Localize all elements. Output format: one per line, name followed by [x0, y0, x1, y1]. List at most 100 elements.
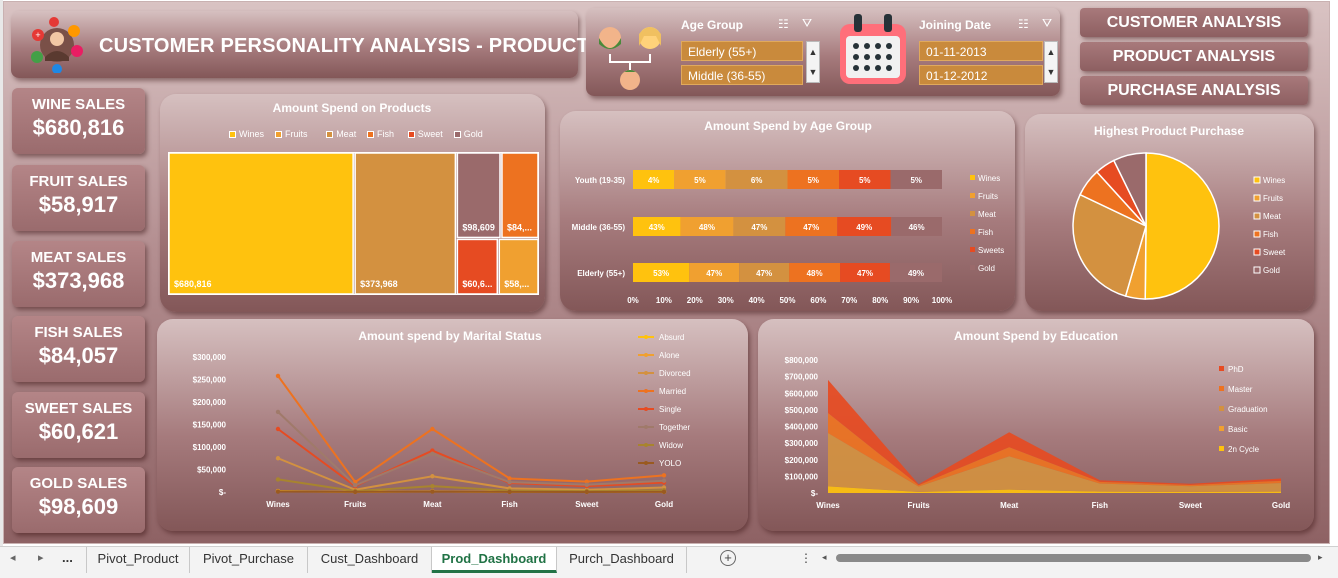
x-tick: 30%: [718, 296, 734, 305]
x-tick: Gold: [655, 500, 673, 509]
legend-swatch: [1219, 366, 1224, 371]
tab-cust-dashboard[interactable]: Cust_Dashboard: [308, 547, 432, 573]
data-point: [507, 489, 512, 495]
tab-overflow[interactable]: ...: [62, 550, 73, 565]
multi-select-icon[interactable]: ☷: [1018, 17, 1029, 31]
product-analysis-button[interactable]: PRODUCT ANALYSIS: [1080, 42, 1308, 71]
data-label: 53%: [653, 269, 669, 278]
customer-persona-icon: +: [31, 17, 83, 73]
tab-purch-dashboard[interactable]: Purch_Dashboard: [557, 547, 687, 573]
multi-select-icon[interactable]: ☷: [778, 17, 789, 31]
tab-scroll-right-icon[interactable]: ▸: [38, 551, 44, 564]
tab-scroll-left-icon[interactable]: ◂: [10, 551, 16, 564]
filter-clear-icon[interactable]: ⛛: [1042, 16, 1052, 31]
purchase-analysis-button[interactable]: PURCHASE ANALYSIS: [1080, 76, 1308, 105]
legend-swatch: [1253, 212, 1261, 220]
age-slicer-scrollbar[interactable]: ▲ ▼: [806, 41, 820, 83]
legend-swatch: [229, 131, 236, 138]
category-label: Elderly (55+): [577, 269, 625, 278]
data-label: 5%: [910, 176, 922, 185]
data-point: [584, 482, 589, 487]
legend-item: YOLO: [659, 459, 681, 468]
x-tick: 70%: [841, 296, 857, 305]
legend-item: Alone: [659, 351, 680, 360]
legend-item: Fruits: [978, 192, 998, 201]
data-label: 48%: [699, 223, 715, 232]
legend-swatch: [407, 131, 415, 138]
data-point: [430, 451, 435, 456]
kpi-wine-sales: WINE SALES $680,816: [12, 88, 145, 154]
y-tick: $150,000: [193, 421, 227, 430]
data-point: [430, 489, 435, 494]
x-tick: 90%: [903, 296, 919, 305]
hscroll-left-icon[interactable]: ◂: [822, 552, 827, 563]
add-sheet-icon[interactable]: +: [720, 550, 736, 566]
more-options-icon[interactable]: ⋮: [800, 551, 812, 565]
x-tick: 80%: [872, 296, 888, 305]
x-tick: Fish: [1092, 501, 1109, 510]
kpi-gold-sales: GOLD SALES $98,609: [12, 467, 145, 533]
data-point: [275, 489, 281, 494]
slicer-item-middle[interactable]: Middle (36-55): [681, 65, 803, 85]
slicer-item-date-1[interactable]: 01-11-2013: [919, 41, 1043, 61]
y-tick: $200,000: [193, 398, 227, 407]
age-group-icon: [599, 27, 661, 90]
slicer-item-date-2[interactable]: 01-12-2012: [919, 65, 1043, 85]
legend-swatch: [1253, 230, 1261, 238]
svg-text:+: +: [35, 30, 40, 40]
data-point: [430, 474, 435, 479]
legend-swatch: [367, 131, 374, 138]
customer-analysis-button[interactable]: CUSTOMER ANALYSIS: [1080, 8, 1308, 37]
kpi-label: GOLD SALES: [29, 475, 128, 492]
legend-swatch: [1219, 386, 1224, 391]
y-tick: $250,000: [193, 376, 227, 385]
legend-item: Fruits: [285, 129, 308, 139]
kpi-fish-sales: FISH SALES $84,057: [12, 316, 145, 382]
data-point: [353, 489, 358, 495]
x-tick: Fish: [501, 500, 518, 509]
legend-swatch: [453, 131, 461, 138]
x-tick: 40%: [749, 296, 765, 305]
legend-item: Gold: [463, 129, 483, 139]
legend-marker: [644, 461, 648, 465]
data-label: 6%: [751, 176, 763, 185]
legend-marker: [644, 389, 648, 393]
data-label: 43%: [649, 223, 665, 232]
tab-prod-dashboard[interactable]: Prod_Dashboard: [432, 547, 557, 573]
filter-clear-icon[interactable]: ⛛: [802, 16, 812, 31]
y-tick: $500,000: [785, 406, 819, 415]
legend-item: Wines: [239, 129, 265, 139]
pie-title: Highest Product Purchase: [1093, 124, 1245, 138]
tab-pivot-product[interactable]: Pivot_Product: [86, 547, 190, 573]
joining-date-slicer-title: Joining Date: [919, 18, 992, 32]
legend-swatch: [970, 247, 975, 252]
legend-marker: [644, 407, 648, 411]
y-tick: $300,000: [785, 439, 819, 448]
treemap-title: Amount Spend on Products: [272, 101, 432, 115]
x-tick: Wines: [816, 501, 840, 510]
hscroll-right-icon[interactable]: ▸: [1318, 552, 1323, 563]
kpi-value: $373,968: [32, 268, 125, 293]
date-slicer-scrollbar[interactable]: ▲ ▼: [1044, 41, 1058, 83]
y-tick: $-: [219, 488, 226, 497]
category-label: Youth (19-35): [575, 176, 625, 185]
data-point: [275, 373, 281, 379]
kpi-value: $84,057: [38, 343, 119, 368]
legend-marker: [644, 353, 648, 357]
y-tick: $800,000: [785, 356, 819, 365]
treemap-label: $60,6...: [462, 279, 492, 289]
series-line: [277, 411, 665, 487]
legend-item: Sweets: [978, 246, 1004, 255]
legend-item: Fruits: [1263, 194, 1283, 203]
legend-swatch: [970, 229, 975, 234]
legend-item: Fish: [978, 228, 993, 237]
calendar-icon: [840, 14, 906, 84]
x-tick: Fruits: [907, 501, 930, 510]
data-label: 5%: [694, 176, 706, 185]
data-label: 5%: [859, 176, 871, 185]
slicer-item-elderly[interactable]: Elderly (55+): [681, 41, 803, 61]
horizontal-scrollbar[interactable]: [836, 554, 1311, 562]
title-card: + CUSTOMER PERSONALITY ANALYSIS - PRODUC…: [11, 11, 589, 78]
tab-pivot-purchase[interactable]: Pivot_Purchase: [190, 547, 308, 573]
treemap-label: $58,...: [504, 279, 529, 289]
